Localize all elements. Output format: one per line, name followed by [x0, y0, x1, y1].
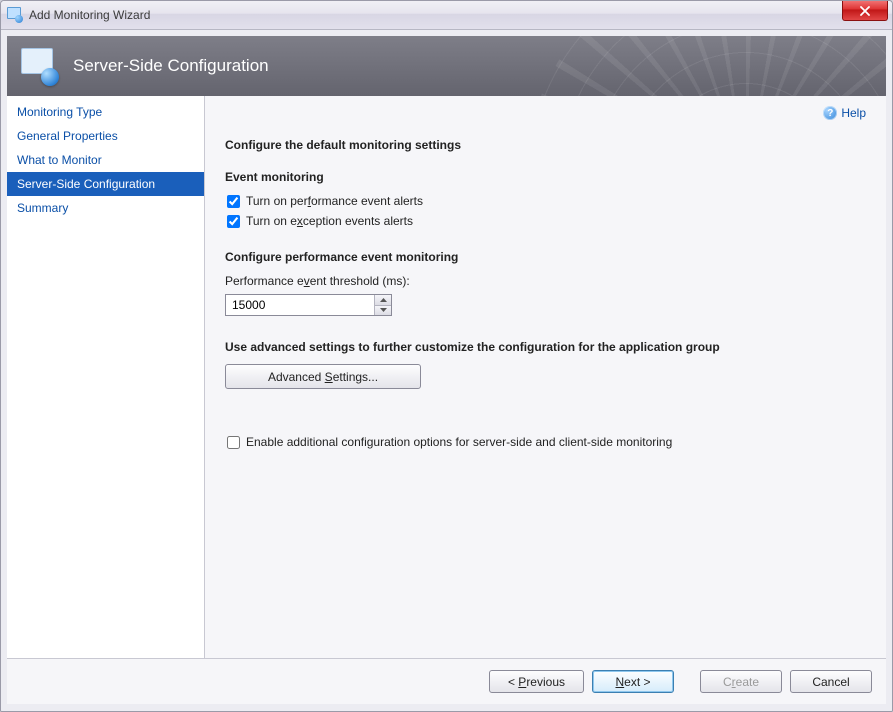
threshold-spinner	[225, 294, 392, 316]
sidebar-item-general-properties[interactable]: General Properties	[7, 124, 204, 148]
close-icon	[859, 6, 871, 16]
sidebar-item-monitoring-type[interactable]: Monitoring Type	[7, 100, 204, 124]
event-monitoring-heading: Event monitoring	[225, 170, 858, 184]
sidebar: Monitoring Type General Properties What …	[7, 96, 205, 658]
create-button: Create	[700, 670, 782, 693]
titlebar: Add Monitoring Wizard	[1, 1, 892, 30]
main-panel: ? Help Configure the default monitoring …	[205, 96, 886, 658]
exc-alerts-label[interactable]: Turn on exception events alerts	[246, 214, 413, 228]
help-icon: ?	[823, 106, 837, 120]
perf-alerts-checkbox[interactable]	[227, 195, 240, 208]
previous-button[interactable]: < Previous	[489, 670, 584, 693]
chevron-down-icon	[380, 308, 387, 312]
footer: < Previous Next > Create Cancel	[7, 658, 886, 704]
threshold-spin-down[interactable]	[375, 306, 391, 316]
exc-alerts-row: Turn on exception events alerts	[225, 214, 858, 228]
cancel-button[interactable]: Cancel	[790, 670, 872, 693]
app-icon	[7, 7, 23, 23]
inner-frame: Server-Side Configuration Monitoring Typ…	[1, 30, 892, 711]
advanced-settings-button[interactable]: Advanced Settings...	[225, 364, 421, 389]
perf-alerts-label[interactable]: Turn on performance event alerts	[246, 194, 423, 208]
enable-additional-checkbox[interactable]	[227, 436, 240, 449]
main-heading: Configure the default monitoring setting…	[225, 138, 858, 152]
help-label: Help	[841, 106, 866, 120]
enable-additional-label[interactable]: Enable additional configuration options …	[246, 435, 672, 449]
sidebar-item-what-to-monitor[interactable]: What to Monitor	[7, 148, 204, 172]
threshold-spin-up[interactable]	[375, 295, 391, 306]
exc-alerts-checkbox[interactable]	[227, 215, 240, 228]
sidebar-item-summary[interactable]: Summary	[7, 196, 204, 220]
window-title: Add Monitoring Wizard	[29, 8, 150, 22]
perf-config-heading: Configure performance event monitoring	[225, 250, 858, 264]
next-button[interactable]: Next >	[592, 670, 674, 693]
body: Monitoring Type General Properties What …	[7, 96, 886, 658]
advanced-heading: Use advanced settings to further customi…	[225, 340, 858, 354]
banner-title: Server-Side Configuration	[73, 56, 269, 76]
sidebar-item-server-side-config[interactable]: Server-Side Configuration	[7, 172, 204, 196]
chevron-up-icon	[380, 298, 387, 302]
threshold-label: Performance event threshold (ms):	[225, 274, 858, 288]
banner: Server-Side Configuration	[7, 36, 886, 96]
close-button[interactable]	[842, 1, 888, 21]
enable-additional-row: Enable additional configuration options …	[225, 435, 858, 449]
perf-alerts-row: Turn on performance event alerts	[225, 194, 858, 208]
wizard-window: Add Monitoring Wizard Server-Side Config…	[0, 0, 893, 712]
threshold-input[interactable]	[226, 295, 374, 315]
banner-icon	[21, 48, 57, 84]
help-link[interactable]: ? Help	[823, 106, 866, 120]
